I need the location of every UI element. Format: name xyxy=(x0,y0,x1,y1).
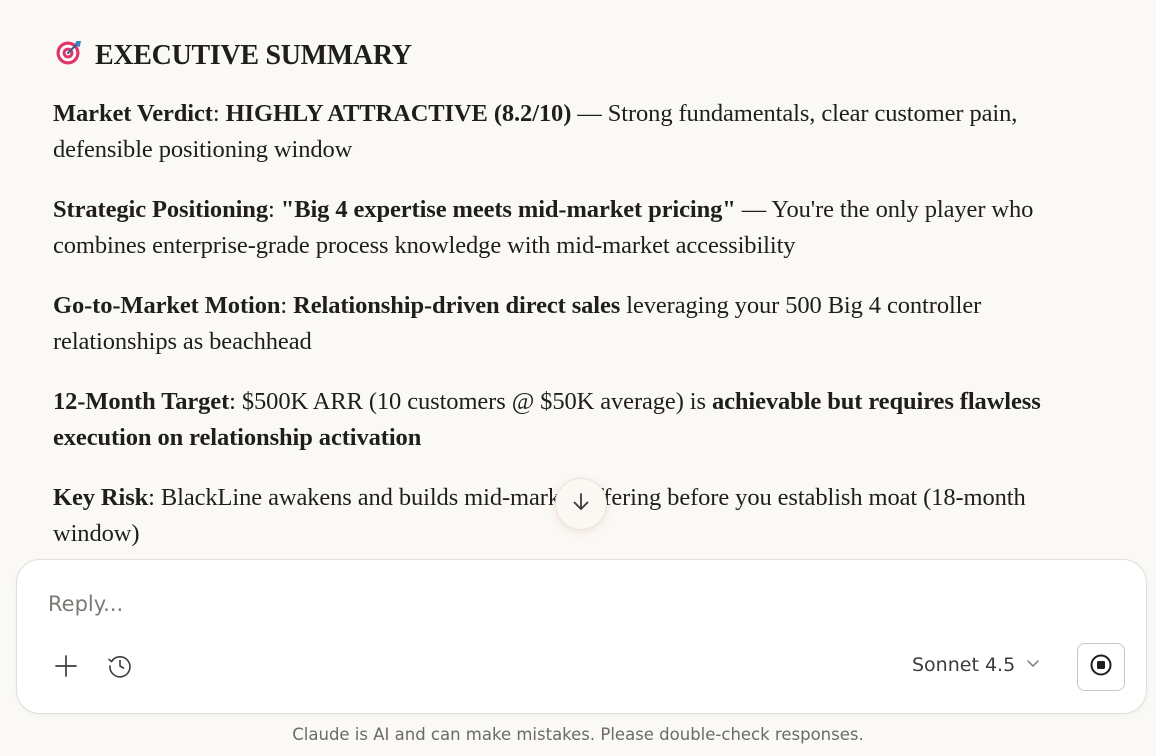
arrow-down-icon xyxy=(570,491,592,518)
add-button[interactable] xyxy=(49,651,83,685)
target-text: : $500K ARR (10 customers @ $50K average… xyxy=(229,388,712,415)
market-verdict-paragraph: Market Verdict: HIGHLY ATTRACTIVE (8.2/1… xyxy=(53,96,1063,168)
separator: : xyxy=(280,292,294,319)
reply-input[interactable] xyxy=(48,592,848,616)
disclaimer-text: Claude is AI and can make mistakes. Plea… xyxy=(292,725,864,744)
stop-icon xyxy=(1089,653,1113,681)
stop-button[interactable] xyxy=(1077,643,1125,691)
clock-icon xyxy=(107,653,133,683)
section-heading: EXECUTIVE SUMMARY xyxy=(55,38,1063,74)
history-button[interactable] xyxy=(103,651,137,685)
strategic-positioning-paragraph: Strategic Positioning: "Big 4 expertise … xyxy=(53,192,1063,264)
market-verdict-value: HIGHLY ATTRACTIVE (8.2/10) xyxy=(225,100,572,127)
separator: : xyxy=(267,196,281,223)
model-name: Sonnet 4.5 xyxy=(912,654,1016,676)
plus-icon xyxy=(54,654,78,682)
go-to-market-paragraph: Go-to-Market Motion: Relationship-driven… xyxy=(53,288,1063,360)
target-paragraph: 12-Month Target: $500K ARR (10 customers… xyxy=(53,384,1063,456)
scroll-to-bottom-button[interactable] xyxy=(555,478,607,530)
model-selector[interactable]: Sonnet 4.5 xyxy=(912,654,1041,676)
chevron-down-icon xyxy=(1025,654,1041,676)
strategic-positioning-label: Strategic Positioning xyxy=(53,196,268,223)
key-risk-text: : BlackLine awakens and builds mid-marke… xyxy=(53,484,1026,547)
reply-composer: Sonnet 4.5 xyxy=(16,559,1147,714)
key-risk-label: Key Risk xyxy=(53,484,149,511)
heading-text: EXECUTIVE SUMMARY xyxy=(95,40,412,71)
target-icon xyxy=(55,38,83,74)
go-to-market-label: Go-to-Market Motion xyxy=(53,292,281,319)
market-verdict-label: Market Verdict xyxy=(53,100,213,127)
strategic-positioning-value: "Big 4 expertise meets mid-market pricin… xyxy=(280,196,736,223)
target-label: 12-Month Target xyxy=(53,388,230,415)
separator: : xyxy=(212,100,226,127)
go-to-market-value: Relationship-driven direct sales xyxy=(293,292,621,319)
